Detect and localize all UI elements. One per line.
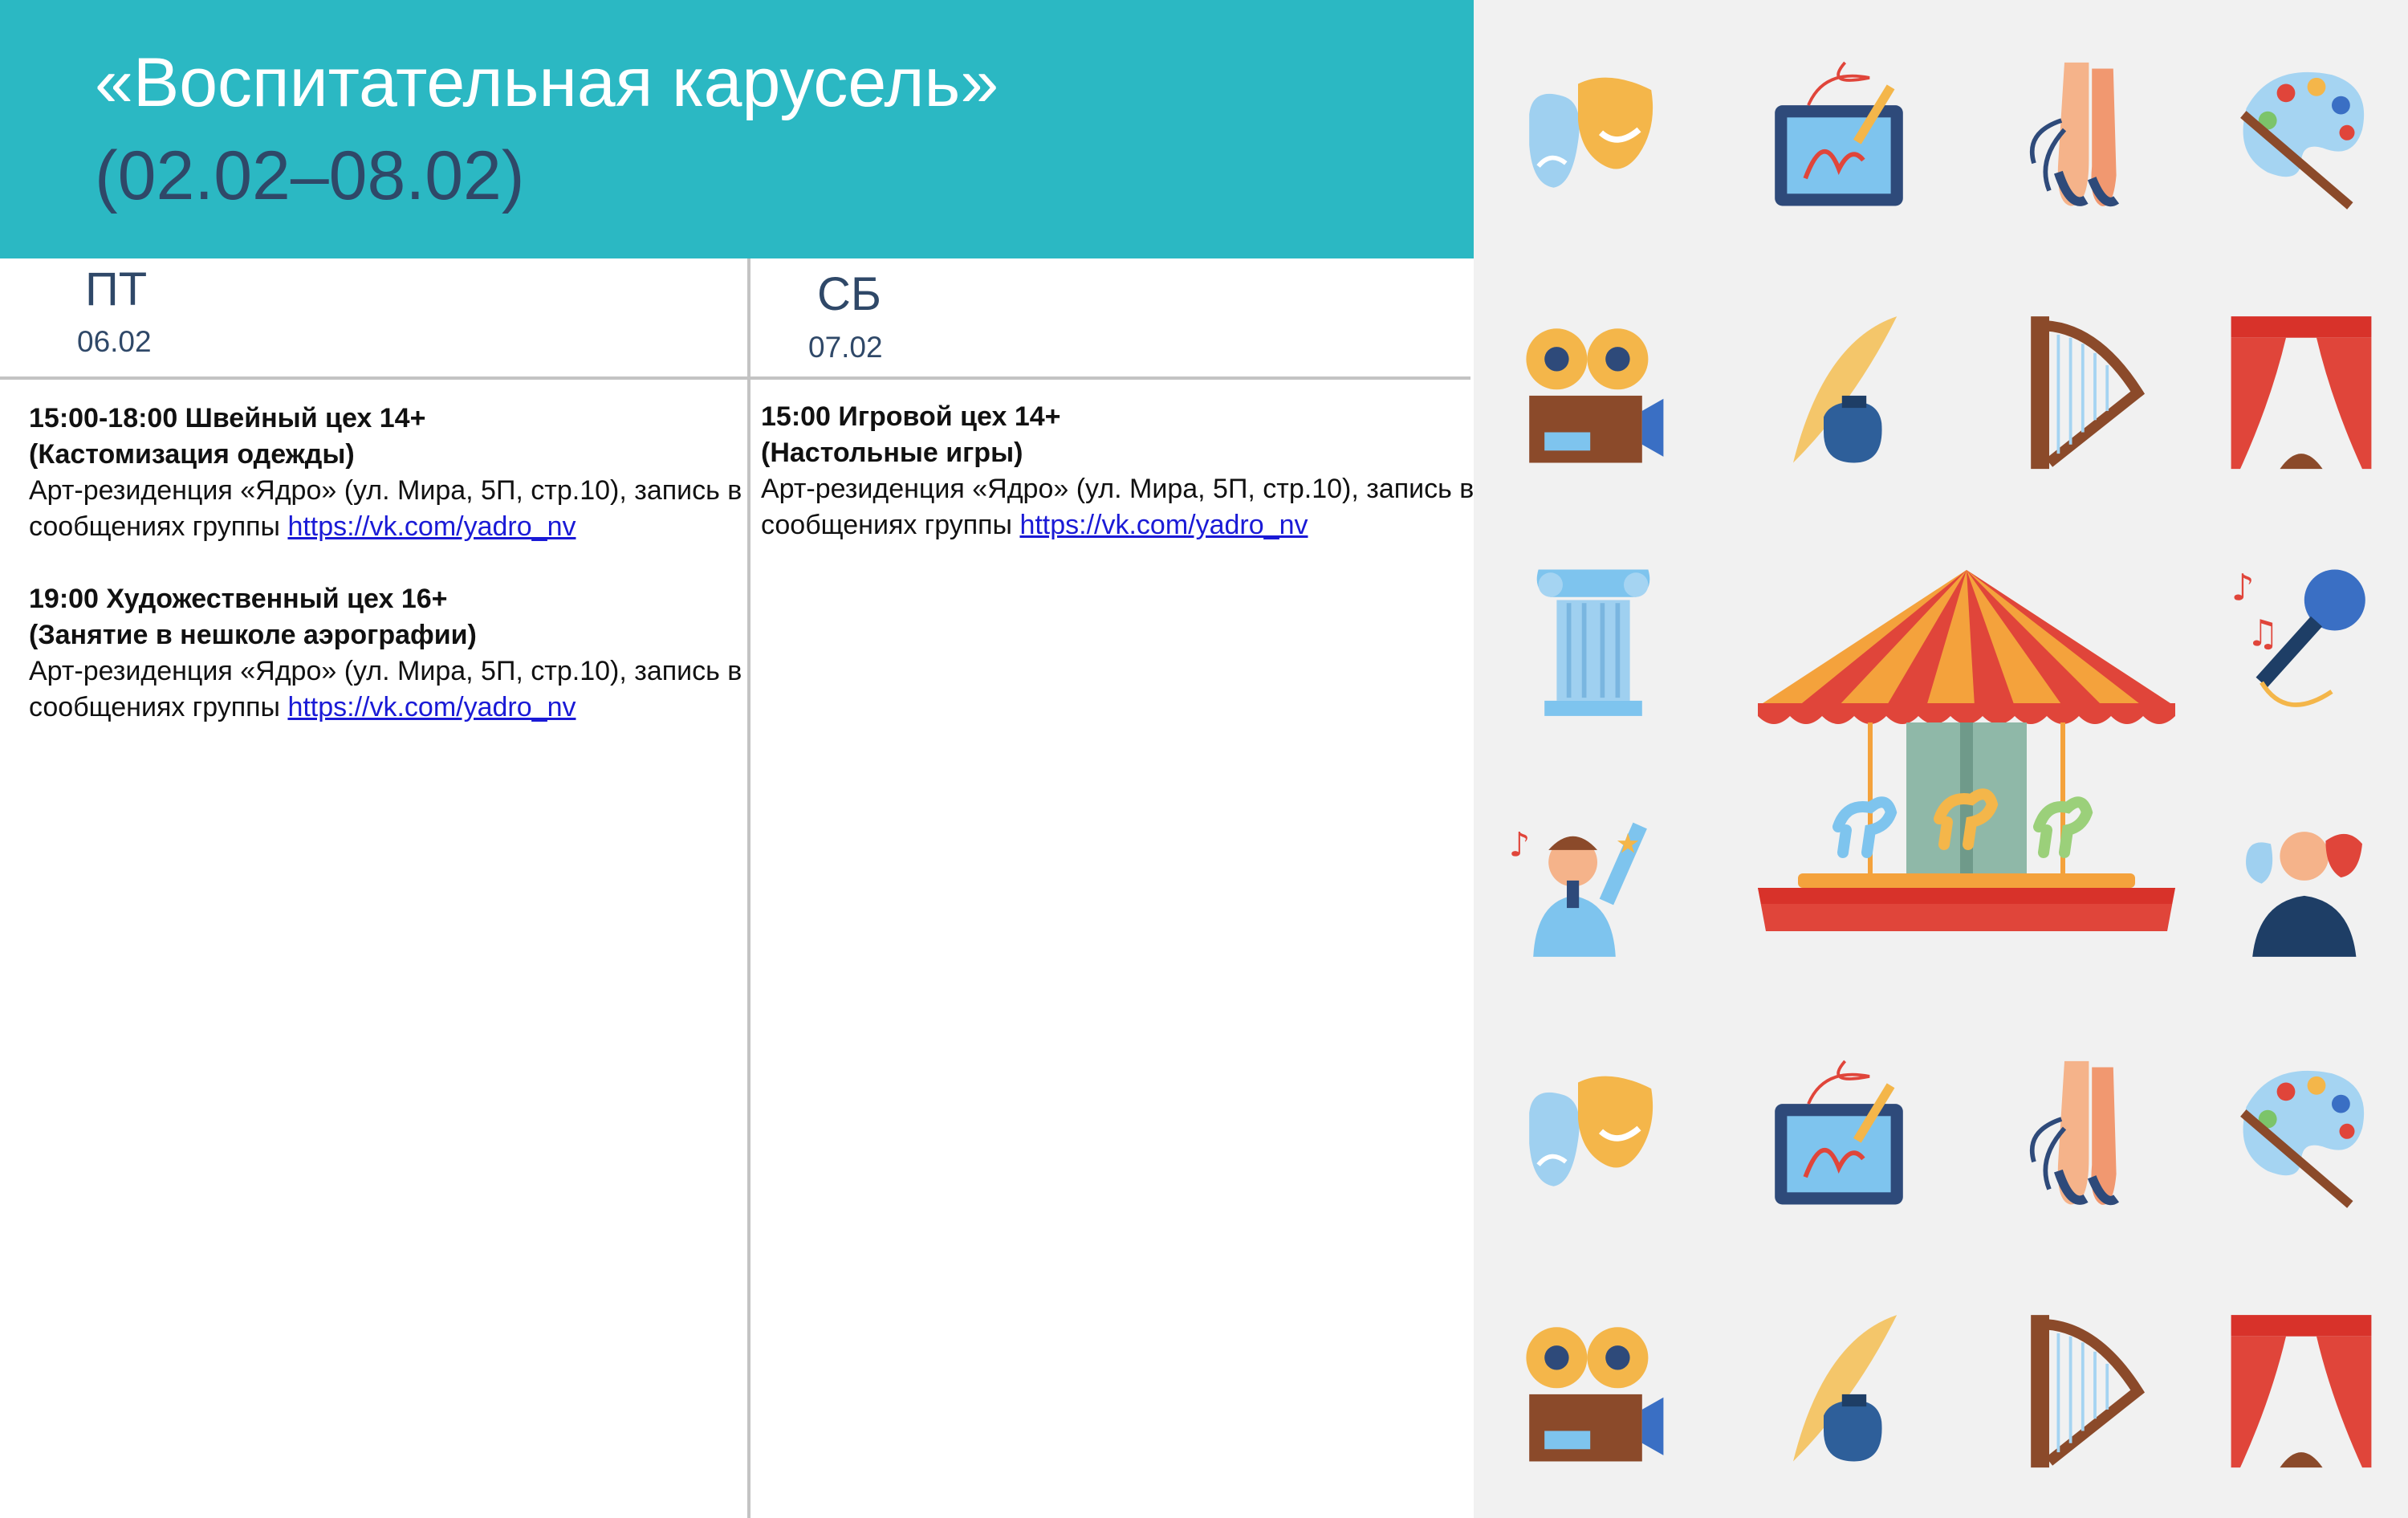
- event-title: 15:00 Игровой цех 14+: [761, 401, 1061, 432]
- date-label-fri: 06.02: [77, 325, 152, 358]
- schedule-panel: «Воспитательная карусель» (02.02–08.02) …: [0, 0, 1474, 1518]
- day-label-fri: ПТ: [85, 263, 148, 315]
- paint-palette-icon: [2225, 53, 2377, 222]
- harp-icon: [2003, 1308, 2156, 1477]
- column-fri: 15:00-18:00 Швейный цех 14+ (Кастомизаци…: [29, 401, 751, 762]
- ballet-shoes-icon: [2003, 1052, 2156, 1220]
- date-label-sat: 07.02: [808, 331, 883, 364]
- drawing-tablet-icon: [1763, 53, 1915, 222]
- column-sat: 15:00 Игровой цех 14+ (Настольные игры) …: [761, 399, 1483, 580]
- decor-panel: ♪ ♫ ♪ ★: [1474, 0, 2408, 1518]
- film-projector-icon: [1517, 310, 1670, 478]
- event-item: 15:00-18:00 Швейный цех 14+ (Кастомизаци…: [29, 401, 751, 545]
- microphone-icon: ♪ ♫: [2225, 554, 2377, 722]
- event-subtitle: (Занятие в нешколе аэрографии): [29, 620, 477, 650]
- header-divider: [0, 376, 1470, 380]
- film-projector-icon: [1517, 1308, 1670, 1477]
- svg-text:♪: ♪: [1509, 825, 1531, 865]
- actor-icon: [2225, 795, 2377, 963]
- harp-icon: [2003, 310, 2156, 478]
- event-title: 19:00 Художественный цех 16+: [29, 584, 448, 614]
- event-subtitle: (Настольные игры): [761, 437, 1023, 468]
- page-period: (02.02–08.02): [95, 137, 525, 214]
- event-item: 19:00 Художественный цех 16+ (Занятие в …: [29, 581, 751, 726]
- paint-palette-icon: [2225, 1052, 2377, 1220]
- singer-icon: ♪ ★: [1506, 795, 1658, 963]
- event-title: 15:00-18:00 Швейный цех 14+: [29, 403, 426, 433]
- event-link[interactable]: https://vk.com/yadro_nv: [1019, 510, 1308, 540]
- svg-text:♪: ♪: [2231, 567, 2255, 609]
- quill-inkwell-icon: [1763, 1308, 1915, 1477]
- svg-text:★: ★: [1616, 828, 1641, 861]
- event-link[interactable]: https://vk.com/yadro_nv: [287, 692, 576, 722]
- event-link[interactable]: https://vk.com/yadro_nv: [287, 511, 576, 542]
- carousel-icon: [1750, 554, 2183, 947]
- page-title: «Воспитательная карусель»: [95, 44, 999, 121]
- drawing-tablet-icon: [1763, 1052, 1915, 1220]
- day-label-sat: СБ: [817, 268, 881, 320]
- stage-curtain-icon: [2225, 1308, 2377, 1477]
- event-item: 15:00 Игровой цех 14+ (Настольные игры) …: [761, 399, 1483, 543]
- event-subtitle: (Кастомизация одежды): [29, 439, 355, 470]
- ballet-shoes-icon: [2003, 53, 2156, 222]
- quill-inkwell-icon: [1763, 310, 1915, 478]
- theater-masks-icon: [1517, 53, 1670, 222]
- theater-masks-icon: [1517, 1052, 1670, 1220]
- column-icon: [1517, 554, 1670, 722]
- stage-curtain-icon: [2225, 310, 2377, 478]
- header-banner: «Воспитательная карусель» (02.02–08.02): [0, 0, 1474, 258]
- svg-text:♫: ♫: [2247, 612, 2280, 655]
